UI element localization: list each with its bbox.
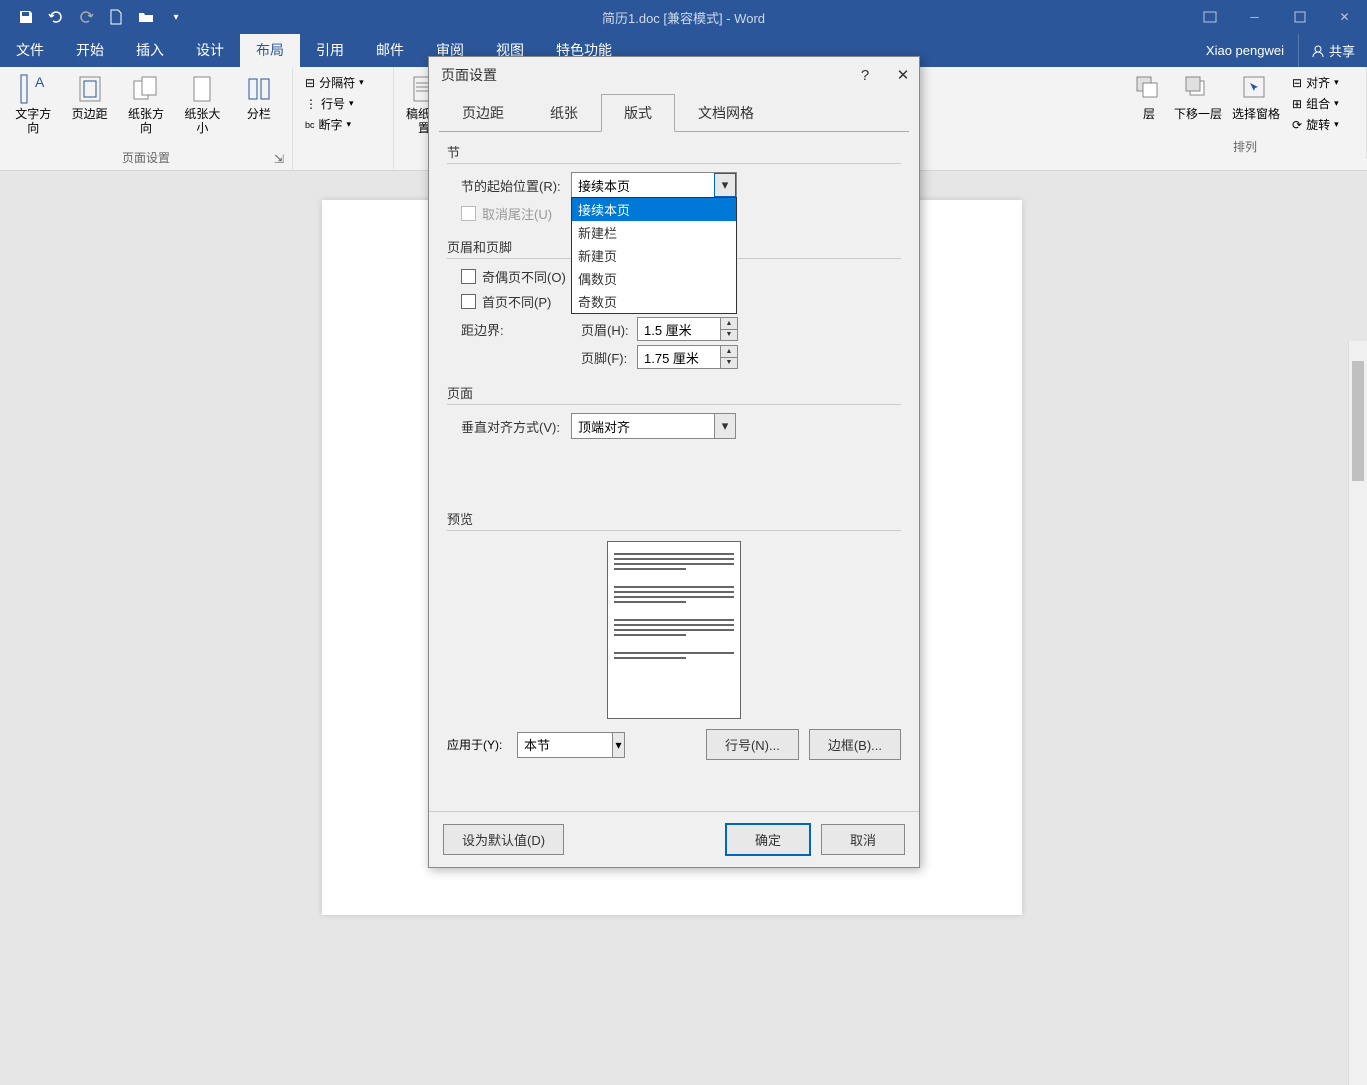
header-spinner[interactable]: ▲▼ (637, 317, 738, 341)
dd-item-newcolumn[interactable]: 新建栏 (572, 221, 736, 244)
group-arrange-label: 排列 (1130, 136, 1360, 157)
user-name[interactable]: Xiao pengwei (1192, 43, 1298, 58)
dtab-grid[interactable]: 文档网格 (675, 94, 777, 132)
default-button[interactable]: 设为默认值(D) (443, 824, 564, 855)
tab-layout[interactable]: 布局 (240, 34, 300, 67)
backward-button[interactable]: 下移一层 (1170, 71, 1226, 123)
columns-button[interactable]: 分栏 (232, 71, 286, 123)
apply-to-label: 应用于(Y): (447, 736, 517, 753)
section-start-combo[interactable]: ▾ 接续本页 新建栏 新建页 偶数页 奇数页 (571, 172, 737, 198)
spin-down-icon[interactable]: ▼ (721, 358, 737, 369)
hyphenation-button[interactable]: bc断字▾ (301, 115, 368, 134)
group-button[interactable]: ⊞组合▾ (1288, 94, 1343, 113)
align-button[interactable]: ⊟对齐▾ (1288, 73, 1343, 92)
section-start-input[interactable] (572, 173, 714, 197)
dialog-title: 页面设置 (441, 65, 497, 85)
title-bar: ▾ 简历1.doc [兼容模式] - Word ─ ✕ (0, 0, 1367, 34)
dialog-tabs: 页边距 纸张 版式 文档网格 (439, 93, 909, 132)
section-start-dropdown: 接续本页 新建栏 新建页 偶数页 奇数页 (571, 197, 737, 314)
share-button[interactable]: 共享 (1298, 34, 1367, 67)
chevron-down-icon[interactable]: ▾ (714, 173, 736, 197)
page-setup-dialog: 页面设置 ? ✕ 页边距 纸张 版式 文档网格 节 节的起始位置(R): ▾ 接… (428, 56, 920, 868)
preview-box (607, 541, 741, 719)
dd-item-oddpage[interactable]: 奇数页 (572, 290, 736, 313)
ok-button[interactable]: 确定 (725, 823, 811, 856)
selection-pane-button[interactable]: 选择窗格 (1228, 71, 1284, 123)
ribbon-display-icon[interactable] (1187, 0, 1232, 34)
dtab-layout[interactable]: 版式 (601, 94, 675, 132)
new-doc-icon[interactable] (108, 9, 124, 25)
orientation-button[interactable]: 纸张方向 (119, 71, 173, 137)
chevron-down-icon[interactable]: ▾ (714, 414, 735, 438)
line-numbers-button[interactable]: ⋮行号▾ (301, 94, 368, 113)
preview-header: 预览 (447, 509, 901, 528)
section-start-label: 节的起始位置(R): (461, 176, 571, 195)
dialog-close-icon[interactable]: ✕ (893, 65, 913, 85)
footer-spinner[interactable]: ▲▼ (637, 345, 738, 369)
minimize-icon[interactable]: ─ (1232, 0, 1277, 34)
valign-combo[interactable]: ▾ (571, 413, 736, 439)
line-numbers-button[interactable]: 行号(N)... (706, 729, 799, 760)
dialog-title-bar: 页面设置 ? ✕ (429, 57, 919, 93)
send-backward-button[interactable]: 层 (1130, 71, 1168, 123)
share-label: 共享 (1329, 41, 1355, 60)
close-icon[interactable]: ✕ (1322, 0, 1367, 34)
footer-label: 页脚(F): (581, 348, 637, 367)
help-icon[interactable]: ? (855, 65, 875, 85)
group-page-setup-label: 页面设置 (122, 151, 170, 165)
page-setup-launcher-icon[interactable]: ⇲ (272, 152, 286, 166)
section-header: 节 (447, 142, 901, 161)
vertical-scrollbar[interactable] (1348, 341, 1367, 1085)
tab-home[interactable]: 开始 (60, 34, 120, 67)
page-header: 页面 (447, 383, 901, 402)
dtab-paper[interactable]: 纸张 (527, 94, 601, 132)
open-icon[interactable] (138, 9, 154, 25)
spin-up-icon[interactable]: ▲ (721, 318, 737, 330)
tab-mailings[interactable]: 邮件 (360, 34, 420, 67)
text-direction-button[interactable]: A文字方向 (6, 71, 60, 137)
header-label: 页眉(H): (581, 320, 637, 339)
valign-label: 垂直对齐方式(V): (461, 417, 571, 436)
from-edge-label: 距边界: (461, 320, 581, 339)
cancel-button[interactable]: 取消 (821, 824, 905, 855)
tab-file[interactable]: 文件 (0, 34, 60, 67)
window-title: 简历1.doc [兼容模式] - Word (602, 8, 765, 27)
rotate-button[interactable]: ⟳旋转▾ (1288, 115, 1343, 134)
redo-icon[interactable] (78, 9, 94, 25)
maximize-icon[interactable] (1277, 0, 1322, 34)
dd-item-continuous[interactable]: 接续本页 (572, 198, 736, 221)
spin-up-icon[interactable]: ▲ (721, 346, 737, 358)
dtab-margins[interactable]: 页边距 (439, 94, 527, 132)
tab-design[interactable]: 设计 (180, 34, 240, 67)
tab-references[interactable]: 引用 (300, 34, 360, 67)
dd-item-evenpage[interactable]: 偶数页 (572, 267, 736, 290)
breaks-button[interactable]: ⊟分隔符▾ (301, 73, 368, 92)
undo-icon[interactable] (48, 9, 64, 25)
borders-button[interactable]: 边框(B)... (809, 729, 901, 760)
spin-down-icon[interactable]: ▼ (721, 330, 737, 341)
apply-to-combo[interactable]: ▾ (517, 732, 625, 758)
qat-customize-icon[interactable]: ▾ (168, 9, 184, 25)
save-icon[interactable] (18, 9, 34, 25)
tab-insert[interactable]: 插入 (120, 34, 180, 67)
svg-text:A: A (35, 74, 45, 90)
dd-item-newpage[interactable]: 新建页 (572, 244, 736, 267)
size-button[interactable]: 纸张大小 (175, 71, 229, 137)
chevron-down-icon[interactable]: ▾ (612, 733, 624, 757)
margins-button[interactable]: 页边距 (62, 71, 116, 123)
